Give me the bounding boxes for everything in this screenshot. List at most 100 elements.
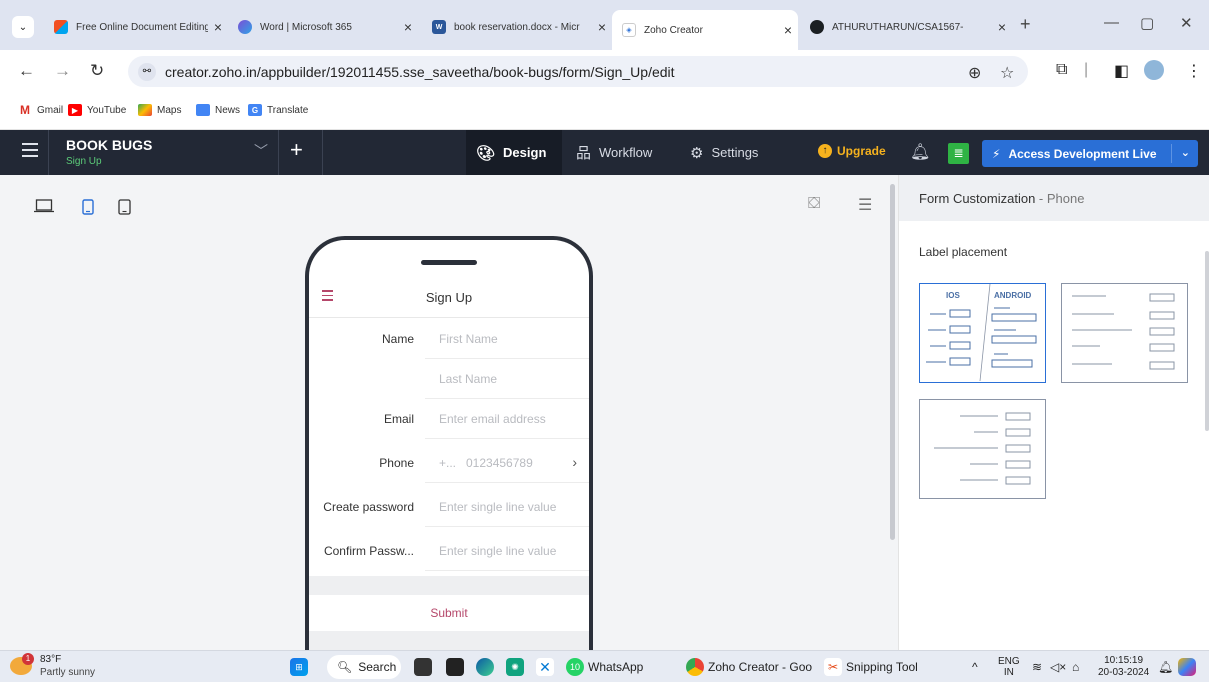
battery-icon[interactable]: ⌂ — [1072, 651, 1079, 682]
create-password-input[interactable]: Enter single line value — [425, 487, 589, 527]
address-bar[interactable]: ⚯ creator.zoho.in/appbuilder/192011455.s… — [128, 56, 1028, 87]
taskbar-whatsapp[interactable]: 10 WhatsApp — [566, 651, 643, 682]
extensions-icon[interactable]: ⧉ — [1056, 61, 1067, 79]
close-window-icon[interactable]: ✕ — [1180, 14, 1193, 32]
bookmark-gmail[interactable]: M Gmail — [18, 103, 63, 117]
tab-search-icon[interactable]: ⌄ — [12, 16, 34, 38]
bell-icon[interactable]: 🔔︎ — [910, 142, 930, 162]
field-confirm-password[interactable]: Confirm Passw... Enter single line value — [309, 531, 589, 571]
profile-avatar[interactable] — [1144, 60, 1164, 80]
close-tab-icon[interactable]: × — [208, 19, 228, 35]
label-placement-left-option[interactable] — [1061, 283, 1188, 383]
panel-title: Form Customization — [919, 191, 1036, 206]
submit-button[interactable]: Submit — [309, 595, 589, 631]
app-current-form: Sign Up — [66, 156, 102, 167]
browser-tab[interactable]: W book reservation.docx - Micr × — [422, 13, 612, 41]
label-placement-native-option[interactable]: IOS ANDROID — [919, 283, 1046, 383]
notification-bell-icon[interactable]: 🔔︎ — [1158, 651, 1173, 682]
chatgpt-icon[interactable]: ✺ — [506, 651, 528, 682]
first-name-input[interactable]: First Name — [425, 319, 589, 359]
tab-settings[interactable]: ⚙ Settings — [690, 130, 758, 175]
close-tab-icon[interactable]: × — [778, 22, 798, 38]
language-indicator[interactable]: ENG IN — [998, 651, 1020, 682]
browser-tab-active[interactable]: ◈ Zoho Creator × — [612, 10, 798, 50]
close-tab-icon[interactable]: × — [592, 19, 612, 35]
app-name[interactable]: BOOK BUGS — [66, 137, 152, 153]
last-name-input[interactable]: Last Name — [425, 359, 589, 399]
toolbar-divider: | — [1084, 61, 1089, 78]
chevron-right-icon[interactable]: › — [572, 454, 577, 470]
chevron-down-icon[interactable]: ⌄ — [1181, 146, 1190, 159]
hamburger-menu-icon[interactable] — [22, 143, 38, 161]
news-icon — [196, 104, 210, 116]
phone-view-icon[interactable] — [82, 199, 94, 219]
email-input[interactable]: Enter email address — [425, 399, 589, 439]
reload-icon[interactable]: ↻ — [90, 61, 104, 81]
browser-tab[interactable]: Word | Microsoft 365 × — [228, 13, 418, 41]
live-preview-icon[interactable]: ≣ — [948, 143, 969, 164]
maps-icon — [138, 104, 152, 116]
browser-tab[interactable]: ATHURUTHARUN/CSA1567- × — [800, 13, 1012, 41]
paint-bucket-icon[interactable]: ⛋ — [808, 195, 820, 213]
field-name-first[interactable]: Name First Name — [309, 319, 589, 359]
confirm-password-input[interactable]: Enter single line value — [425, 531, 589, 571]
back-icon[interactable]: ← — [18, 61, 35, 81]
taskbar-search[interactable]: 🔍︎ Search — [327, 655, 401, 679]
field-properties-icon[interactable]: ☰ — [858, 195, 872, 215]
close-tab-icon[interactable]: × — [398, 19, 418, 35]
copilot-icon[interactable] — [1178, 651, 1196, 682]
chevron-down-icon[interactable]: ﹀ — [254, 141, 268, 161]
site-info-icon[interactable]: ⚯ — [138, 63, 156, 81]
tab-design[interactable]: 🎨︎ Design — [466, 130, 562, 175]
edge-icon[interactable] — [476, 651, 498, 682]
new-tab-icon[interactable]: + — [1020, 14, 1031, 35]
form-builder-canvas: ⛋ ☰ Sign Up Name First Name Last Name Em… — [0, 175, 898, 650]
forward-icon[interactable]: → — [54, 61, 71, 81]
bookmark-youtube[interactable]: ▶ YouTube — [68, 104, 126, 116]
side-panel-icon[interactable]: ◧ — [1114, 61, 1129, 81]
taskbar-zoho-creator[interactable]: Zoho Creator - Goo — [686, 651, 814, 682]
taskbar-snipping-tool[interactable]: ✂︎ Snipping Tool — [824, 651, 918, 682]
panel-header: Form Customization - Phone — [899, 175, 1209, 221]
start-button[interactable]: ⊞ — [290, 651, 312, 682]
desktop-view-icon[interactable] — [34, 199, 54, 217]
label-placement-right-option[interactable] — [919, 399, 1046, 499]
field-email[interactable]: Email Enter email address — [309, 399, 589, 439]
media-player-icon[interactable] — [446, 651, 468, 682]
browser-tab[interactable]: Free Online Document Editing × — [44, 13, 228, 41]
phone-preview: Sign Up Name First Name Last Name Email … — [305, 236, 593, 650]
upgrade-button[interactable]: ↑ Upgrade — [818, 144, 886, 158]
phone-input[interactable]: +... 0123456789 › — [425, 443, 589, 483]
left-aligned-illustration — [1072, 293, 1175, 370]
url-text[interactable]: creator.zoho.in/appbuilder/192011455.sse… — [165, 64, 675, 80]
volume-icon[interactable]: ◁× — [1050, 651, 1066, 682]
panel-scrollbar[interactable] — [1205, 251, 1209, 431]
bookmark-star-icon[interactable]: ☆ — [1000, 63, 1014, 83]
menu-kebab-icon[interactable]: ⋮ — [1186, 61, 1202, 81]
canvas-scrollbar[interactable] — [890, 184, 895, 540]
field-name-last[interactable]: Last Name — [309, 359, 589, 399]
field-phone[interactable]: Phone +... 0123456789 › — [309, 443, 589, 483]
wifi-icon[interactable]: ≋ — [1032, 651, 1042, 682]
minimize-icon[interactable]: — — [1104, 14, 1119, 31]
bookmark-maps[interactable]: Maps — [138, 104, 181, 116]
field-create-password[interactable]: Create password Enter single line value — [309, 487, 589, 527]
app-header: BOOK BUGS Sign Up ﹀ + 🎨︎ Design 品 Workfl… — [0, 130, 1209, 175]
restore-icon[interactable]: ▢ — [1140, 14, 1154, 32]
zoom-icon[interactable]: ⊕ — [968, 63, 981, 83]
task-view-icon[interactable] — [414, 651, 436, 682]
close-tab-icon[interactable]: × — [992, 19, 1012, 35]
bookmark-translate[interactable]: G Translate — [248, 104, 308, 116]
tray-chevron-up-icon[interactable]: ^ — [972, 651, 978, 682]
bookmark-news[interactable]: News — [196, 104, 240, 116]
tablet-view-icon[interactable] — [118, 199, 131, 219]
upgrade-icon: ↑ — [818, 144, 832, 158]
word-icon: W — [432, 20, 446, 34]
clock[interactable]: 10:15:19 20-03-2024 — [1098, 651, 1149, 682]
windows-taskbar: 1 83°F Partly sunny ⊞ 🔍︎ Search ✺ ✕ 10 W… — [0, 650, 1209, 682]
add-icon[interactable]: + — [290, 137, 303, 163]
github-icon — [810, 20, 824, 34]
vscode-icon[interactable]: ✕ — [536, 651, 558, 682]
tab-workflow[interactable]: 品 Workflow — [576, 130, 652, 175]
access-development-live-button[interactable]: ⚡︎ Access Development Live ⌄ — [982, 140, 1198, 167]
